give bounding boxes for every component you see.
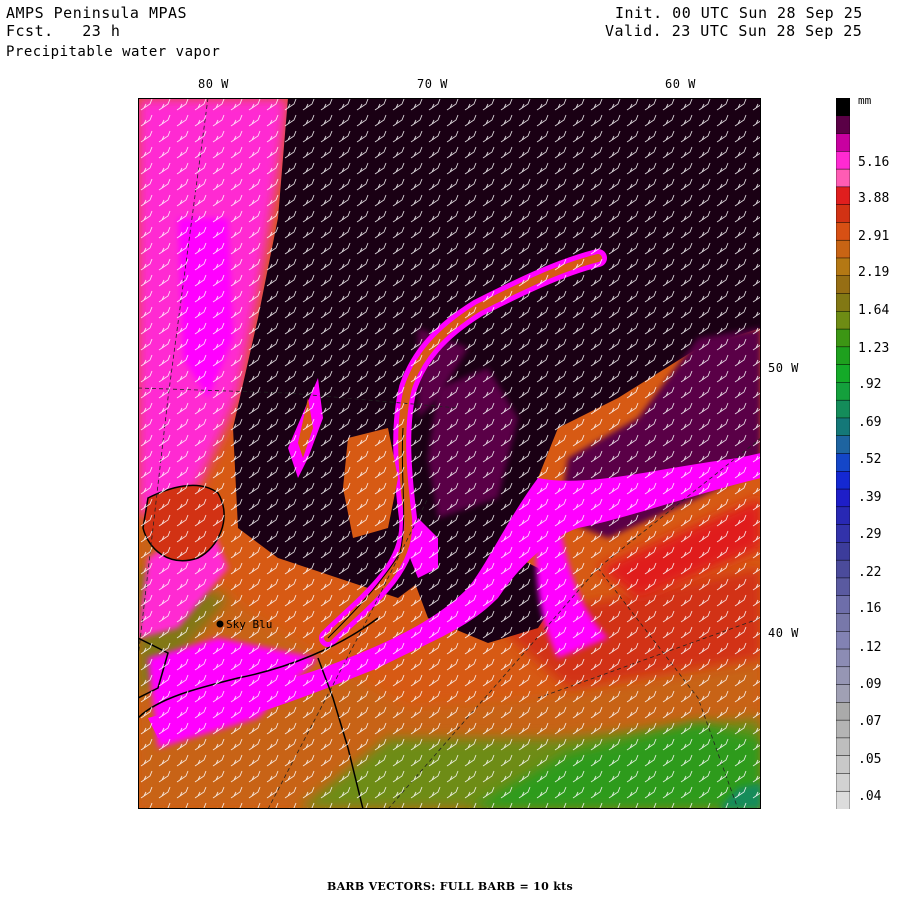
wind-barbs: [138, 98, 761, 809]
colorbar-swatch: [836, 98, 850, 117]
colorbar-label: .29: [858, 527, 882, 542]
colorbar-swatch: [836, 399, 850, 419]
colorbar-label: 2.91: [858, 229, 890, 244]
colorbar-label: 1.64: [858, 303, 890, 318]
forecast-map-page: AMPS Peninsula MPAS Fcst. 23 h Precipita…: [0, 0, 900, 900]
colorbar-swatch: [836, 631, 850, 650]
lat-label-40w: 40 W: [768, 626, 799, 640]
colorbar-label: 3.88: [858, 191, 890, 206]
colorbar-swatch: [836, 168, 850, 188]
colorbar-label: 2.19: [858, 265, 890, 280]
colorbar-swatch: [836, 222, 850, 241]
station-label: Sky Blu: [226, 618, 272, 631]
colorbar-label: .52: [858, 452, 882, 467]
init-time: Init. 00 UTC Sun 28 Sep 25: [615, 4, 863, 22]
colorbar-label: .12: [858, 640, 882, 655]
colorbar-swatch: [836, 666, 850, 686]
colorbar-swatch: [836, 275, 850, 295]
station-marker: [216, 620, 224, 628]
colorbar-swatch: [836, 204, 850, 224]
colorbar-swatch: [836, 755, 850, 775]
precipitable-water-map: Sky Blu: [138, 98, 761, 809]
colorbar-swatch: [836, 542, 850, 561]
colorbar-swatch: [836, 613, 850, 632]
model-title: AMPS Peninsula MPAS: [6, 4, 188, 22]
colorbar-swatch: [836, 737, 850, 757]
barb-legend: BARB VECTORS: FULL BARB = 10 kts: [327, 880, 573, 893]
colorbar-swatch: [836, 311, 850, 330]
forecast-hour: Fcst. 23 h: [6, 22, 121, 40]
colorbar-label: .09: [858, 677, 882, 692]
colorbar-swatch: [836, 684, 850, 704]
lon-label-80w: 80 W: [198, 77, 229, 91]
colorbar-swatch: [836, 151, 850, 170]
colorbar-label: .22: [858, 565, 882, 580]
colorbar-swatch: [836, 790, 850, 809]
colorbar-swatch: [836, 417, 850, 437]
colorbar-label: 1.23: [858, 341, 890, 356]
colorbar-swatch: [836, 133, 850, 153]
colorbar-label: .69: [858, 415, 882, 430]
lon-label-70w: 70 W: [417, 77, 448, 91]
colorbar-swatch: [836, 506, 850, 526]
colorbar-swatch: [836, 257, 850, 277]
colorbar-swatch: [836, 524, 850, 544]
colorbar-swatch: [836, 364, 850, 384]
colorbar-swatch: [836, 115, 850, 135]
colorbar-swatch: [836, 719, 850, 739]
colorbar-label: .07: [858, 714, 882, 729]
colorbar-swatch: [836, 453, 850, 473]
colorbar-swatch: [836, 328, 850, 348]
colorbar-label: 5.16: [858, 155, 890, 170]
colorbar-swatch: [836, 346, 850, 366]
valid-time: Valid. 23 UTC Sun 28 Sep 25: [605, 22, 863, 40]
colorbar-label: .05: [858, 752, 882, 767]
colorbar-swatch: [836, 488, 850, 508]
colorbar-swatch: [836, 648, 850, 668]
field-name: Precipitable water vapor: [6, 44, 221, 60]
colorbar-unit: mm: [858, 94, 872, 107]
colorbar-label: .16: [858, 601, 882, 616]
colorbar-label: .04: [858, 789, 882, 804]
colorbar-label: .39: [858, 490, 882, 505]
colorbar-swatch: [836, 595, 850, 615]
colorbar-swatch: [836, 773, 850, 792]
lat-label-50w: 50 W: [768, 361, 799, 375]
colorbar-swatch: [836, 186, 850, 206]
colorbar-swatch: [836, 239, 850, 259]
colorbar-swatch: [836, 577, 850, 597]
lon-label-60w: 60 W: [665, 77, 696, 91]
colorbar-swatch: [836, 702, 850, 721]
colorbar-swatch: [836, 435, 850, 455]
colorbar-swatch: [836, 382, 850, 401]
colorbar-swatch: [836, 293, 850, 313]
colorbar-label: .92: [858, 377, 882, 392]
colorbar-swatch: [836, 471, 850, 490]
colorbar-swatch: [836, 559, 850, 579]
colorbar: [836, 98, 850, 809]
